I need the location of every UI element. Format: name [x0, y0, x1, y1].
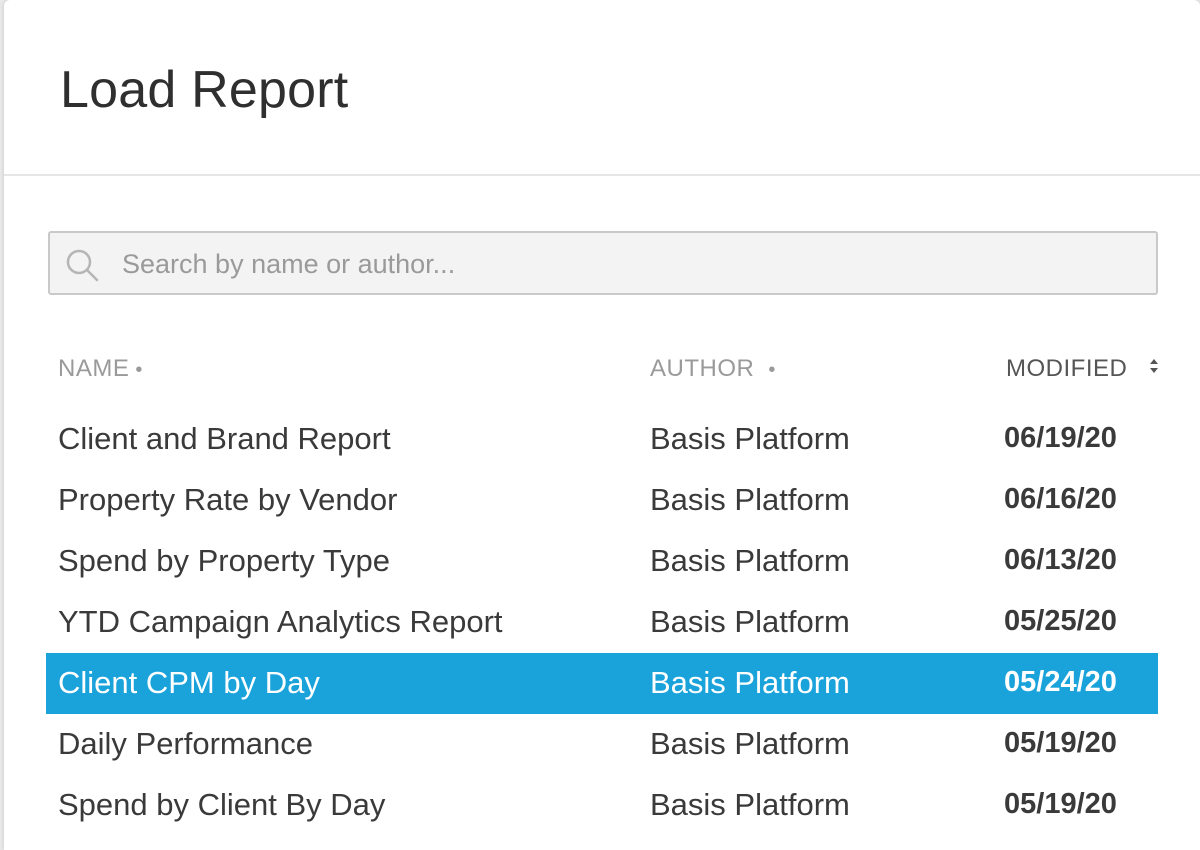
- column-header-modified[interactable]: MODIFIED: [1006, 355, 1159, 384]
- report-author: Basis Platform: [650, 787, 850, 822]
- report-name: Client CPM by Day: [58, 665, 320, 700]
- report-modified-date: 05/19/20: [1004, 788, 1117, 820]
- report-row[interactable]: YTD Campaign Analytics Report Basis Platf…: [46, 592, 1158, 653]
- search-input[interactable]: [120, 233, 1144, 295]
- column-header-author[interactable]: AUTHOR •: [650, 355, 776, 383]
- load-report-dialog: Load Report NAME• AUTHOR• MODIFIED Clien…: [4, 0, 1200, 850]
- report-modified-date: 05/25/20: [1004, 605, 1117, 637]
- report-name: Property Rate by Vendor: [58, 482, 398, 517]
- report-name: Spend by Client By Day: [58, 787, 386, 822]
- column-header-author-label: AUTHOR: [650, 355, 755, 382]
- dialog-title: Load Report: [60, 61, 349, 119]
- report-modified-date: 06/19/20: [1004, 422, 1117, 454]
- report-list: Client and Brand Report Basis Platform 06/…: [46, 409, 1158, 836]
- report-row[interactable]: Property Rate by Vendor Basis Platform 06/…: [46, 470, 1158, 531]
- report-modified-date: 05/24/20: [1004, 666, 1117, 698]
- sort-arrows-icon: [1149, 355, 1159, 384]
- sort-indicator-dot: •: [768, 359, 776, 381]
- report-row[interactable]: Client CPM by Day Basis Platform 05/24/20: [46, 653, 1158, 714]
- search-icon: [64, 247, 100, 283]
- report-name: YTD Campaign Analytics Report: [58, 604, 503, 639]
- dialog-header: Load Report: [4, 0, 1200, 176]
- report-author: Basis Platform: [650, 421, 850, 456]
- report-modified-date: 06/13/20: [1004, 544, 1117, 576]
- report-row[interactable]: Daily Performance Basis Platform 05/19/20: [46, 714, 1158, 775]
- report-row[interactable]: Spend by Client By Day Basis Platform 05/1…: [46, 775, 1158, 836]
- sort-indicator-dot: •: [135, 359, 143, 381]
- report-name: Spend by Property Type: [58, 543, 391, 578]
- column-header-modified-label: MODIFIED: [1006, 355, 1128, 382]
- report-name: Client and Brand Report: [58, 421, 391, 456]
- report-author: Basis Platform: [650, 726, 850, 761]
- report-author: Basis Platform: [650, 604, 850, 639]
- report-author: Basis Platform: [650, 482, 850, 517]
- report-name: Daily Performance: [58, 726, 313, 761]
- column-header-name-label: NAME: [58, 355, 130, 382]
- search-box[interactable]: [48, 231, 1158, 295]
- report-row[interactable]: Spend by Property Type Basis Platform 06/1…: [46, 531, 1158, 592]
- report-author: Basis Platform: [650, 543, 850, 578]
- report-author: Basis Platform: [650, 665, 850, 700]
- report-modified-date: 06/16/20: [1004, 483, 1117, 515]
- report-modified-date: 05/19/20: [1004, 727, 1117, 759]
- report-row[interactable]: Client and Brand Report Basis Platform 06/…: [46, 409, 1158, 470]
- column-header-name[interactable]: NAME •: [58, 355, 143, 383]
